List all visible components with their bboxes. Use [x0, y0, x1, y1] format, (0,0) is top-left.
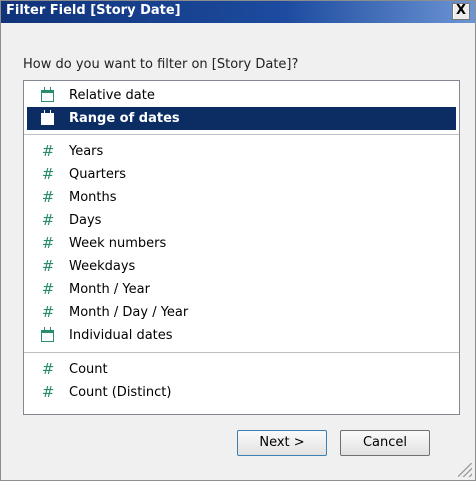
close-button[interactable]: X: [452, 3, 470, 20]
list-item-label: Quarters: [69, 167, 126, 182]
hash-icon: #: [41, 280, 55, 298]
list-item-label: Days: [69, 213, 102, 228]
list-item-label: Count: [69, 362, 108, 377]
dialog-title: Filter Field [Story Date]: [6, 3, 181, 18]
cancel-button[interactable]: Cancel: [340, 430, 430, 456]
list-item-label: Count (Distinct): [69, 385, 172, 400]
list-item-weekdays[interactable]: # Weekdays: [27, 255, 456, 278]
list-item-years[interactable]: # Years: [27, 140, 456, 163]
list-item-months[interactable]: # Months: [27, 186, 456, 209]
hash-icon: #: [41, 360, 55, 378]
list-item-label: Week numbers: [69, 236, 167, 251]
filter-field-dialog: Filter Field [Story Date] X How do you w…: [0, 0, 476, 481]
list-item-days[interactable]: # Days: [27, 209, 456, 232]
list-item-quarters[interactable]: # Quarters: [27, 163, 456, 186]
list-item-label: Month / Year: [69, 282, 150, 297]
hash-icon: #: [41, 165, 55, 183]
list-item-label: Months: [69, 190, 117, 205]
hash-icon: #: [41, 142, 55, 160]
hash-icon: #: [41, 303, 55, 321]
list-item-label: Range of dates: [69, 111, 180, 126]
list-item-month-day-year[interactable]: # Month / Day / Year: [27, 301, 456, 324]
filter-prompt: How do you want to filter on [Story Date…: [23, 57, 299, 72]
list-item-week-numbers[interactable]: # Week numbers: [27, 232, 456, 255]
calendar-icon: [41, 110, 54, 125]
hash-icon: #: [41, 234, 55, 252]
list-item-count[interactable]: # Count: [27, 358, 456, 381]
group-divider: [24, 134, 459, 135]
title-bar[interactable]: Filter Field [Story Date] X: [1, 1, 475, 23]
list-item-label: Years: [69, 144, 104, 159]
hash-icon: #: [41, 383, 55, 401]
group-divider: [24, 352, 459, 353]
list-item-range-of-dates[interactable]: Range of dates: [27, 107, 456, 130]
list-item-individual-dates[interactable]: Individual dates: [27, 324, 456, 347]
list-item-relative-date[interactable]: Relative date: [27, 84, 456, 107]
list-item-label: Month / Day / Year: [69, 305, 189, 320]
list-item-label: Relative date: [69, 88, 155, 103]
calendar-icon: [41, 87, 54, 102]
list-item-count-distinct[interactable]: # Count (Distinct): [27, 381, 456, 404]
list-item-label: Weekdays: [69, 259, 136, 274]
hash-icon: #: [41, 211, 55, 229]
hash-icon: #: [41, 257, 55, 275]
calendar-icon: [41, 327, 54, 342]
resize-grip-icon[interactable]: [458, 463, 472, 477]
filter-type-list[interactable]: Relative date Range of dates # Years # Q…: [23, 80, 460, 415]
list-item-label: Individual dates: [69, 328, 173, 343]
next-button[interactable]: Next >: [237, 430, 327, 456]
hash-icon: #: [41, 188, 55, 206]
list-item-month-year[interactable]: # Month / Year: [27, 278, 456, 301]
